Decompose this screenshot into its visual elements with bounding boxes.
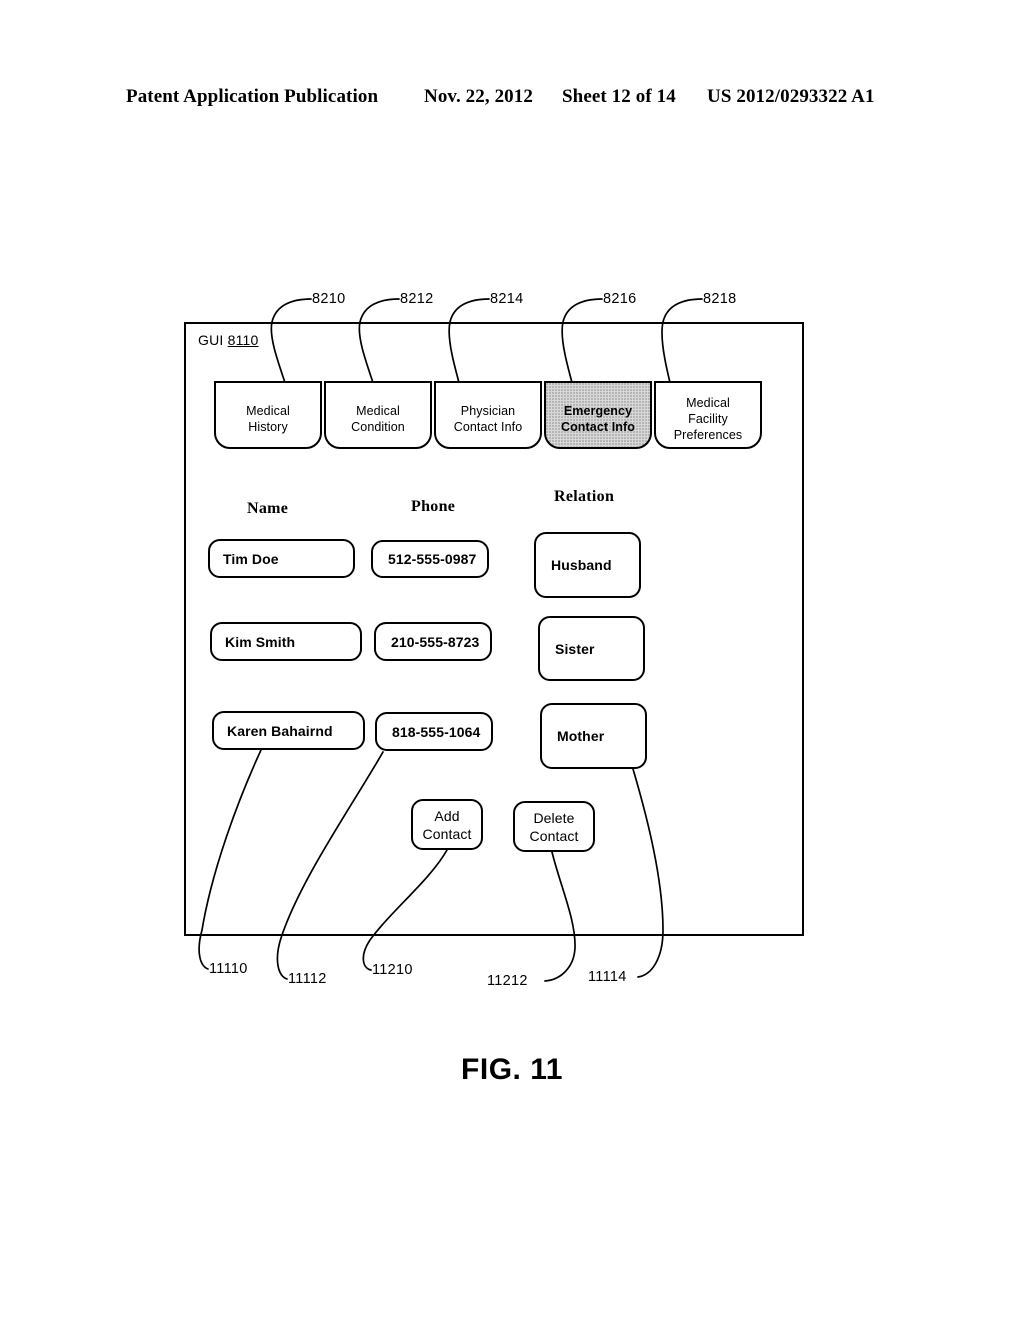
- name-field[interactable]: Kim Smith: [210, 622, 362, 661]
- tab-medical-condition[interactable]: Medical Condition: [324, 381, 432, 449]
- gui-label: GUI 8110: [198, 332, 259, 348]
- add-contact-label-line2: Contact: [422, 825, 472, 842]
- reference-numeral-11112: 11112: [288, 971, 327, 987]
- phone-field[interactable]: 210-555-8723: [374, 622, 492, 661]
- reference-numeral-11210: 11210: [372, 962, 413, 978]
- tab-medical-history[interactable]: Medical History: [214, 381, 322, 449]
- gui-label-prefix: GUI: [198, 332, 228, 348]
- reference-numeral-8218: 8218: [703, 291, 737, 307]
- gui-label-number: 8110: [227, 332, 259, 348]
- column-header-name: Name: [247, 500, 289, 517]
- tab-label-line3: Preferences: [673, 428, 743, 442]
- reference-numeral-8214: 8214: [490, 291, 524, 307]
- figure-caption: FIG. 11: [461, 1053, 563, 1086]
- reference-numeral-8212: 8212: [400, 291, 434, 307]
- tab-medical-facility-preferences[interactable]: Medical Facility Preferences: [654, 381, 762, 449]
- tab-label-line2: History: [248, 420, 288, 434]
- relation-field[interactable]: Husband: [534, 532, 641, 598]
- reference-numeral-11110: 11110: [209, 961, 248, 977]
- patent-figure-drawing: GUI 8110 Medical History Medical Conditi…: [0, 0, 1024, 1320]
- tab-emergency-contact-info[interactable]: Emergency Contact Info: [544, 381, 652, 449]
- tab-label-line2: Contact Info: [453, 420, 523, 434]
- reference-numeral-11114: 11114: [588, 969, 627, 985]
- relation-field[interactable]: Sister: [538, 616, 645, 681]
- tab-label-line1: Physician: [460, 404, 516, 418]
- tab-physician-contact-info[interactable]: Physician Contact Info: [434, 381, 542, 449]
- name-field[interactable]: Karen Bahairnd: [212, 711, 365, 750]
- reference-numeral-11212: 11212: [487, 973, 528, 989]
- name-field[interactable]: Tim Doe: [208, 539, 355, 578]
- column-header-relation: Relation: [554, 488, 615, 505]
- tab-strip: Medical History Medical Condition Physic…: [214, 381, 762, 449]
- reference-numeral-8210: 8210: [312, 291, 346, 307]
- tab-label-line1: Emergency: [563, 404, 633, 418]
- tab-label-line1: Medical: [356, 404, 400, 418]
- phone-field[interactable]: 512-555-0987: [371, 540, 489, 578]
- add-contact-button[interactable]: Add Contact: [411, 799, 483, 850]
- add-contact-label-line1: Add: [434, 807, 460, 824]
- tab-label-line1: Medical: [246, 404, 290, 418]
- delete-contact-label-line1: Delete: [533, 809, 575, 826]
- tab-label-line2: Contact Info: [560, 420, 636, 434]
- phone-field[interactable]: 818-555-1064: [375, 712, 493, 751]
- column-header-phone: Phone: [411, 498, 456, 515]
- delete-contact-label-line2: Contact: [529, 827, 579, 844]
- reference-numeral-8216: 8216: [603, 291, 637, 307]
- tab-label-line2: Condition: [351, 420, 405, 434]
- delete-contact-button[interactable]: Delete Contact: [513, 801, 595, 852]
- relation-field[interactable]: Mother: [540, 703, 647, 769]
- tab-label-line1: Medical: [686, 396, 730, 410]
- tab-label-line2: Facility: [688, 412, 728, 426]
